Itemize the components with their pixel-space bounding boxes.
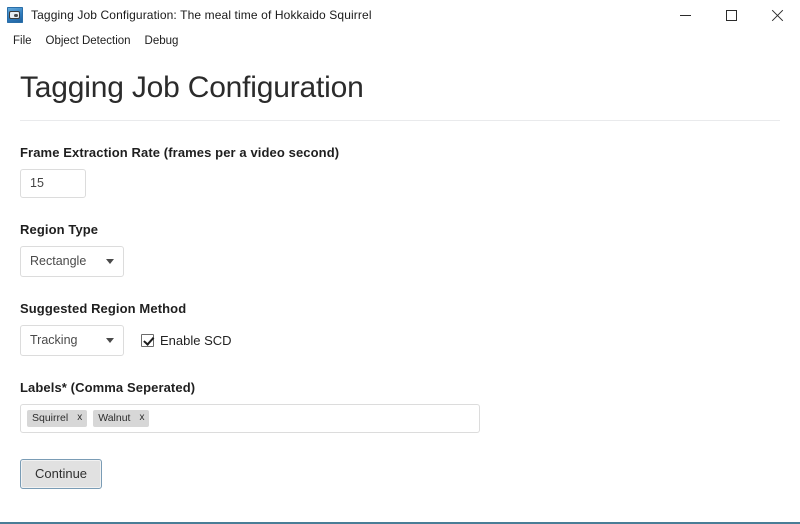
- suggested-region-method-selected-value: Tracking: [30, 333, 78, 347]
- labels-label: Labels* (Comma Seperated): [20, 379, 196, 395]
- enable-scd-checkbox[interactable]: [141, 333, 154, 347]
- suggested-region-method-select-wrapper: Tracking: [20, 324, 124, 356]
- page-content: Tagging Job Configuration Frame Extracti…: [0, 51, 800, 522]
- label-tag-remove-icon[interactable]: x: [77, 413, 82, 423]
- label-tag: Squirrel x: [27, 409, 88, 427]
- app-window: Tagging Job Configuration: The meal time…: [0, 0, 800, 524]
- menu-item-file[interactable]: File: [6, 33, 39, 49]
- page-title: Tagging Job Configuration: [20, 71, 364, 104]
- region-type-select-wrapper: Rectangle: [20, 245, 124, 277]
- label-tag-text: Walnut: [98, 412, 131, 424]
- enable-scd-label: Enable SCD: [160, 332, 232, 348]
- field-suggested-region-method: Suggested Region Method Tracking Enable …: [20, 301, 780, 356]
- maximize-button[interactable]: [708, 0, 754, 30]
- menu-bar: File Object Detection Debug: [0, 30, 800, 51]
- menu-item-debug[interactable]: Debug: [138, 33, 186, 49]
- close-icon: [771, 9, 783, 21]
- enable-scd-checkbox-wrapper[interactable]: Enable SCD: [141, 333, 232, 348]
- window-title: Tagging Job Configuration: The meal time…: [31, 8, 372, 22]
- minimize-icon: [679, 14, 691, 16]
- close-button[interactable]: [754, 0, 800, 30]
- field-frame-extraction-rate: Frame Extraction Rate (frames per a vide…: [20, 145, 780, 198]
- minimize-button[interactable]: [662, 0, 708, 30]
- label-tag-text: Squirrel: [32, 412, 69, 424]
- maximize-icon: [725, 9, 737, 21]
- title-divider: [20, 119, 780, 121]
- continue-button[interactable]: Continue: [20, 458, 103, 489]
- label-tag-remove-icon[interactable]: x: [139, 413, 144, 423]
- frame-extraction-rate-input[interactable]: [20, 168, 86, 198]
- menu-item-object-detection[interactable]: Object Detection: [39, 33, 138, 49]
- labels-input[interactable]: Squirrel x Walnut x: [20, 403, 480, 433]
- window-controls: [662, 0, 800, 30]
- region-type-label: Region Type: [20, 221, 99, 237]
- frame-extraction-rate-label: Frame Extraction Rate (frames per a vide…: [20, 144, 340, 160]
- title-bar: Tagging Job Configuration: The meal time…: [0, 0, 800, 30]
- field-labels: Labels* (Comma Seperated) Squirrel x Wal…: [20, 380, 780, 433]
- label-tag: Walnut x: [93, 409, 150, 427]
- suggested-region-method-row: Tracking Enable SCD: [20, 324, 780, 356]
- region-type-selected-value: Rectangle: [30, 254, 87, 268]
- suggested-region-method-select[interactable]: Tracking: [20, 324, 124, 356]
- field-region-type: Region Type Rectangle: [20, 222, 780, 277]
- region-type-select[interactable]: Rectangle: [20, 245, 124, 277]
- suggested-region-method-label: Suggested Region Method: [20, 300, 187, 316]
- submit-row: Continue: [20, 458, 780, 509]
- app-camera-icon: [7, 7, 23, 23]
